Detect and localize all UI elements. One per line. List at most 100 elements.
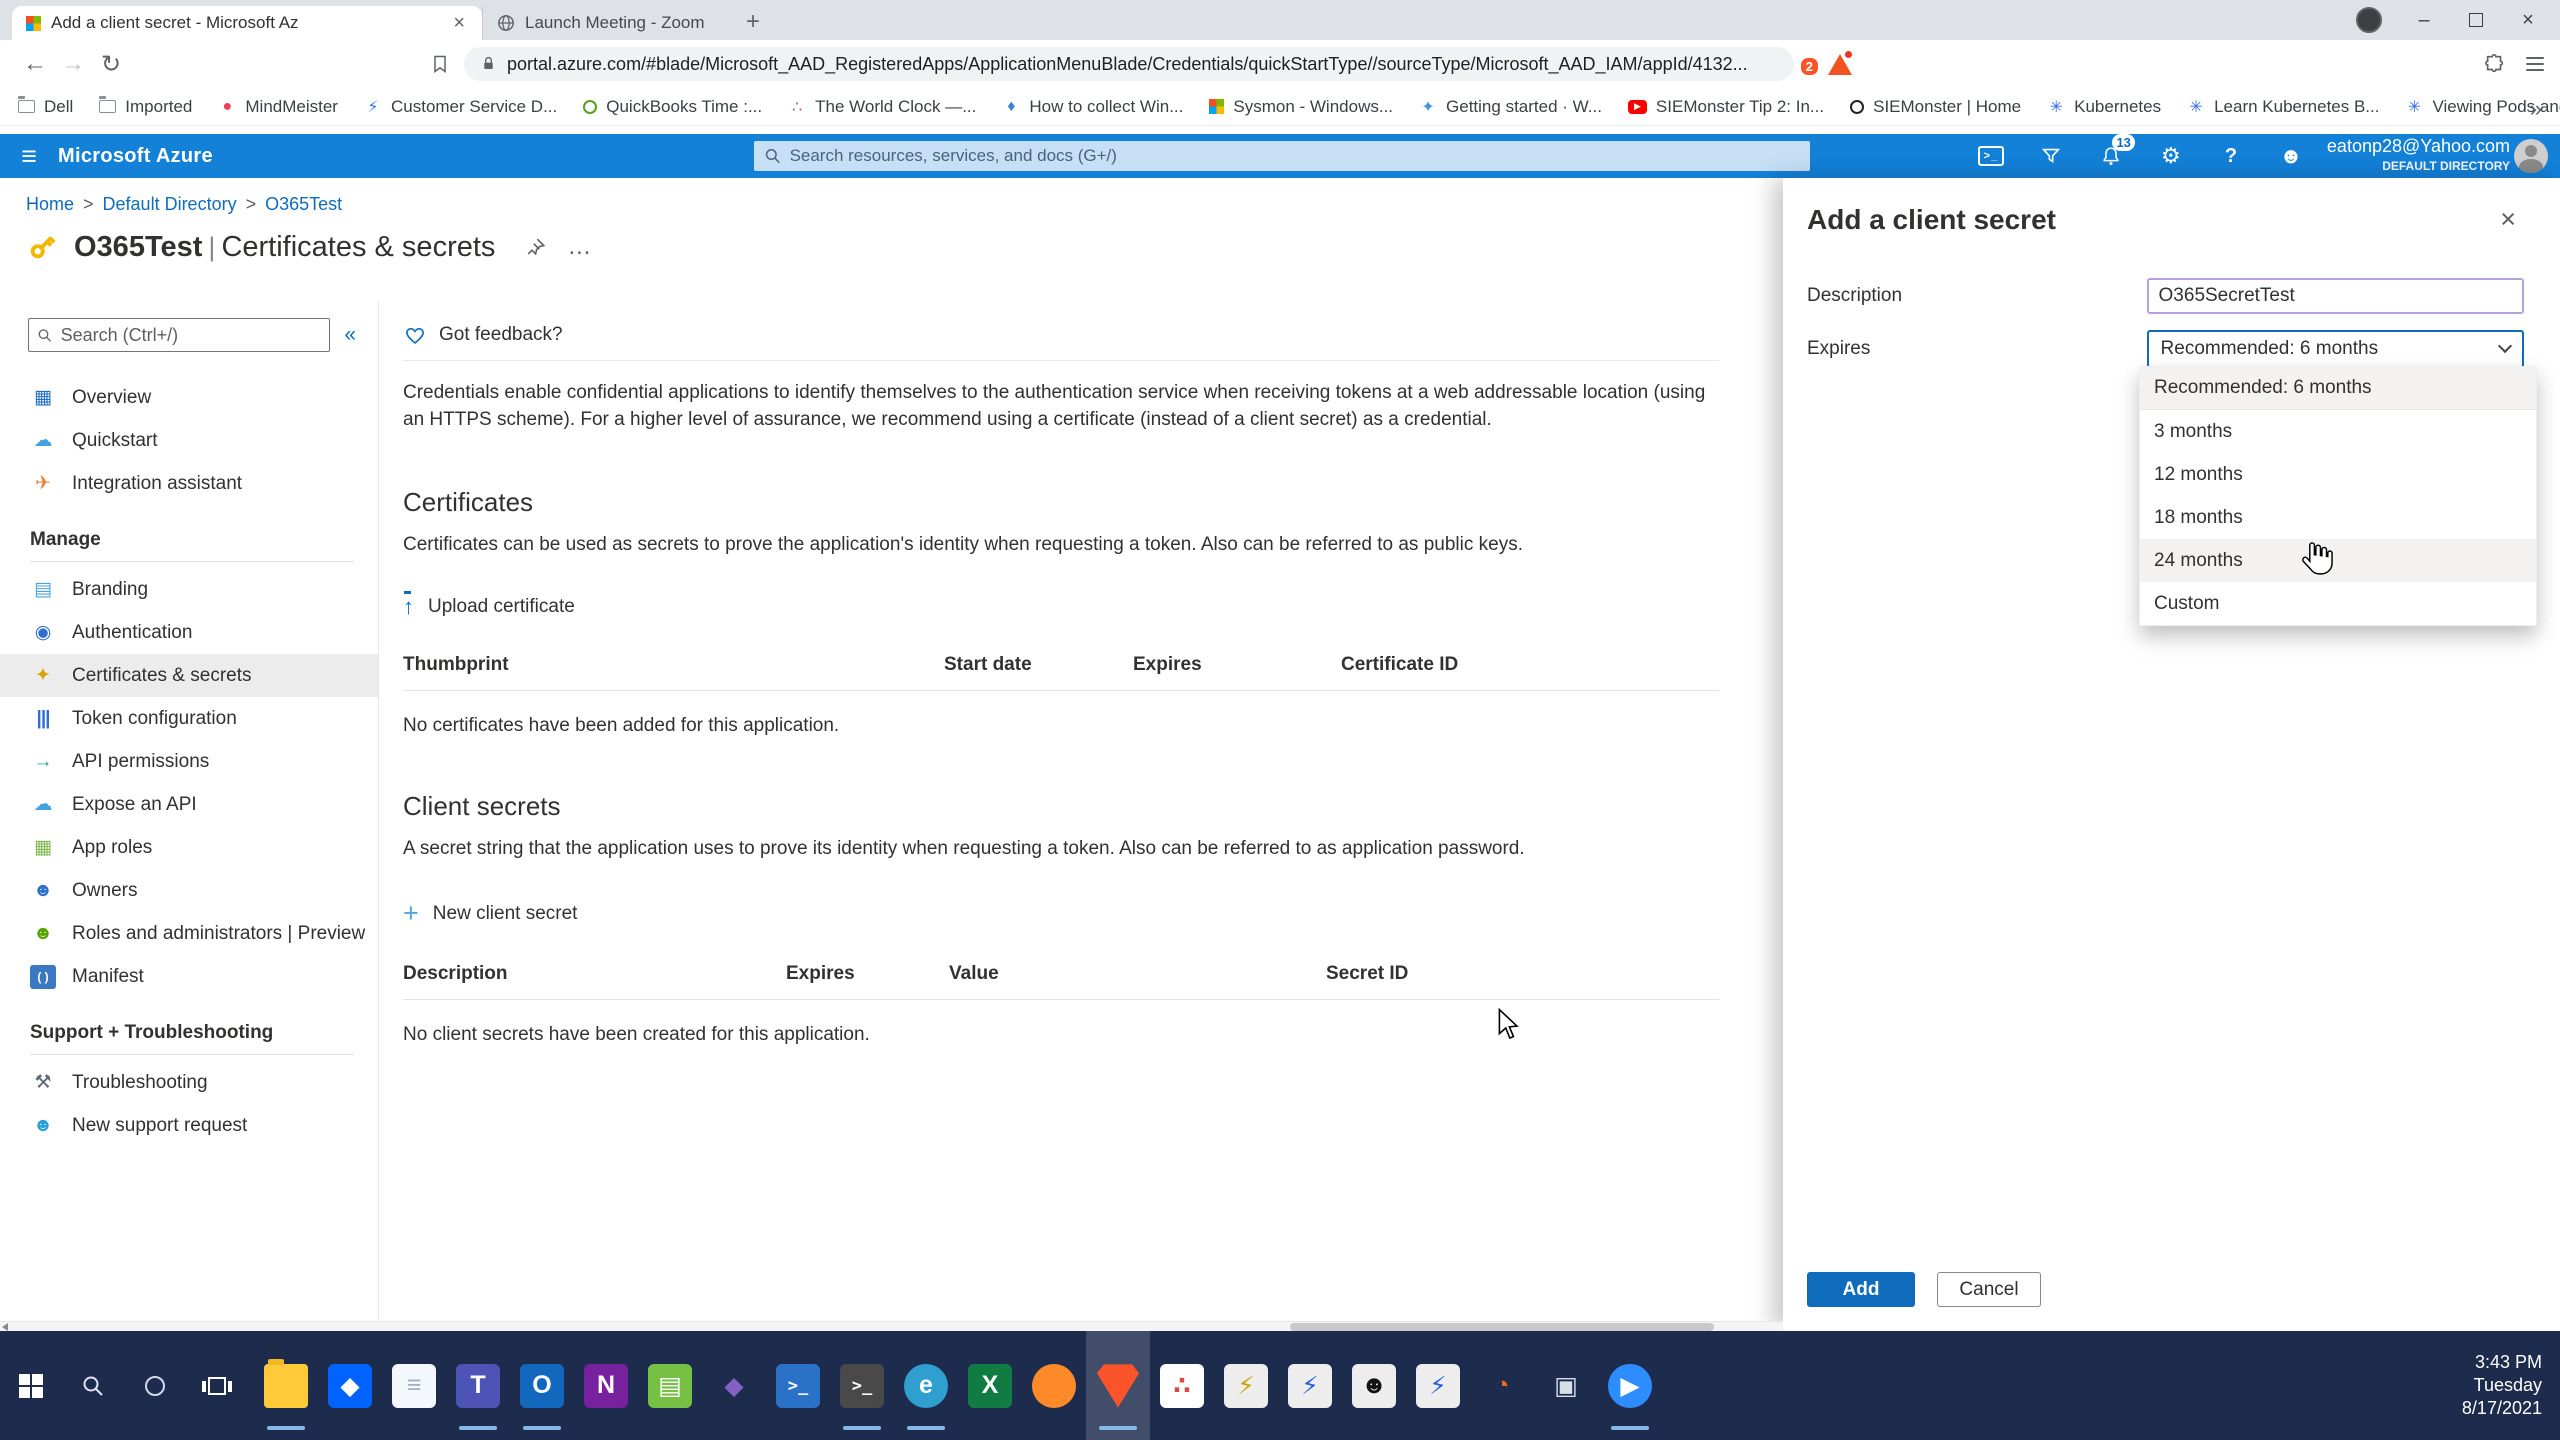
expires-option-18-months[interactable]: 18 months (2140, 496, 2536, 539)
got-feedback-link[interactable]: Got feedback? (403, 320, 1719, 350)
expires-option-custom[interactable]: Custom (2140, 582, 2536, 625)
bookmark-how-to-collect[interactable]: ♦ How to collect Win... (1002, 97, 1183, 117)
bookmark-dell[interactable]: Dell (18, 97, 73, 117)
azure-search-input[interactable] (790, 146, 1800, 166)
taskbar-psftp[interactable]: ⚡ (1278, 1331, 1342, 1440)
taskbar-powershell[interactable]: >_ (766, 1331, 830, 1440)
sidebar-item-certificates-secrets[interactable]: ✦ Certificates & secrets (0, 654, 378, 697)
breadcrumb-default-directory[interactable]: Default Directory (103, 194, 237, 215)
help-button[interactable]: ? (2217, 142, 2245, 170)
expires-option-12-months[interactable]: 12 months (2140, 453, 2536, 496)
tab-azure[interactable]: Add a client secret - Microsoft Az × (12, 6, 482, 40)
azure-brand[interactable]: Microsoft Azure (58, 145, 213, 168)
sidebar-item-branding[interactable]: ▤ Branding (0, 568, 378, 611)
bookmark-quickbooks-time[interactable]: QuickBooks Time :... (583, 97, 762, 117)
taskbar-visual-studio[interactable]: ◆ (702, 1331, 766, 1440)
taskbar-onenote[interactable]: N (574, 1331, 638, 1440)
scrollbar-left-arrow[interactable] (2, 1323, 8, 1331)
taskbar-zenmap[interactable]: ◔ (1470, 1331, 1534, 1440)
bookmarks-overflow-chevron[interactable]: » (2530, 96, 2542, 122)
taskbar-excel[interactable]: X (958, 1331, 1022, 1440)
taskbar-cmd[interactable]: >_ (830, 1331, 894, 1440)
address-bar[interactable]: portal.azure.com/#blade/Microsoft_AAD_Re… (464, 47, 1794, 81)
sidebar-item-troubleshooting[interactable]: ⚒ Troubleshooting (0, 1061, 378, 1104)
taskbar-putty[interactable]: ⚡ (1214, 1331, 1278, 1440)
taskbar-teams[interactable]: T (446, 1331, 510, 1440)
bookmark-imported[interactable]: Imported (99, 97, 192, 117)
taskbar-file-explorer[interactable] (254, 1331, 318, 1440)
reading-list-button[interactable] (430, 53, 450, 75)
account-info[interactable]: eatonp28@Yahoo.com DEFAULT DIRECTORY (2327, 136, 2510, 176)
sidebar-item-quickstart[interactable]: ☁ Quickstart (0, 419, 378, 462)
cancel-button[interactable]: Cancel (1937, 1272, 2041, 1307)
taskbar-firefox[interactable] (1022, 1331, 1086, 1440)
sidebar-item-expose-an-api[interactable]: ☁ Expose an API (0, 783, 378, 826)
portal-menu-icon[interactable]: ≡ (0, 141, 58, 172)
sidebar-item-manifest[interactable]: ( ) Manifest (0, 955, 378, 998)
bookmark-sysmon[interactable]: Sysmon - Windows... (1209, 97, 1393, 117)
sidebar-item-token-configuration[interactable]: ||| Token configuration (0, 697, 378, 740)
sidebar-item-roles-and-administrators[interactable]: ☻ Roles and administrators | Preview (0, 912, 378, 955)
notifications-button[interactable]: 13 (2097, 142, 2125, 170)
expires-option-recommended-6-months[interactable]: Recommended: 6 months (2140, 367, 2536, 410)
sidebar-item-owners[interactable]: ☻ Owners (0, 869, 378, 912)
taskbar-notepad[interactable]: ≡ (382, 1331, 446, 1440)
sidebar-search-input[interactable] (61, 325, 322, 346)
azure-search[interactable] (754, 141, 1810, 171)
taskbar-virtualbox[interactable]: ▣ (1534, 1331, 1598, 1440)
taskbar-brave[interactable] (1086, 1331, 1150, 1440)
bookmark-customer-service[interactable]: ⚡ Customer Service D... (364, 97, 557, 117)
window-close-button[interactable]: × (2504, 0, 2552, 40)
settings-button[interactable]: ⚙ (2157, 142, 2185, 170)
taskbar-clock[interactable]: 3:43 PM Tuesday 8/17/2021 (2462, 1351, 2560, 1420)
breadcrumb-home[interactable]: Home (26, 194, 74, 215)
sidebar-item-authentication[interactable]: ◉ Authentication (0, 611, 378, 654)
taskbar-whiteboard[interactable]: ∴ (1150, 1331, 1214, 1440)
taskbar-outlook[interactable]: O (510, 1331, 574, 1440)
taskbar-zoom[interactable]: ▶ (1598, 1331, 1662, 1440)
horizontal-scrollbar-thumb[interactable] (1290, 1323, 1714, 1331)
forward-button[interactable]: → (54, 50, 92, 78)
bookmark-kubernetes[interactable]: ✳ Kubernetes (2047, 97, 2161, 117)
pin-icon[interactable] (525, 236, 547, 258)
taskbar-log-tool[interactable]: ▤ (638, 1331, 702, 1440)
directory-filter-button[interactable] (2037, 142, 2065, 170)
new-tab-button[interactable]: + (746, 8, 760, 36)
sidebar-header-support[interactable]: Support + Troubleshooting (30, 1022, 354, 1055)
collapse-sidebar-icon[interactable]: « (344, 323, 356, 347)
expires-option-24-months[interactable]: 24 months (2140, 539, 2536, 582)
sidebar-item-overview[interactable]: ▦ Overview (0, 376, 378, 419)
bookmark-mindmeister[interactable]: ● MindMeister (218, 97, 338, 117)
profile-avatar-button[interactable] (2356, 7, 2382, 33)
description-input[interactable] (2147, 278, 2524, 314)
upload-certificate-button[interactable]: ↑ Upload certificate (403, 596, 575, 618)
bookmark-world-clock[interactable]: ∴ The World Clock —... (788, 97, 976, 117)
sidebar-item-app-roles[interactable]: ▦ App roles (0, 826, 378, 869)
bookmark-siemonster-home[interactable]: SIEMonster | Home (1850, 97, 2021, 117)
cloud-shell-button[interactable]: >_ (1977, 142, 2005, 170)
taskbar-dropbox[interactable]: ◆ (318, 1331, 382, 1440)
close-icon[interactable]: × (2492, 204, 2524, 235)
tab-close-icon[interactable]: × (450, 12, 468, 35)
reload-button[interactable]: ↻ (92, 50, 130, 79)
sidebar-item-api-permissions[interactable]: → API permissions (0, 740, 378, 783)
task-view-button[interactable] (186, 1331, 248, 1440)
taskbar-pscp[interactable]: ⚡ (1406, 1331, 1470, 1440)
breadcrumb-o365test[interactable]: O365Test (265, 194, 342, 215)
sidebar-searchbox[interactable] (28, 318, 330, 352)
more-options-icon[interactable]: … (567, 233, 593, 261)
window-maximize-button[interactable] (2452, 0, 2500, 40)
brave-rewards-button[interactable] (1828, 54, 1852, 75)
bookmark-learn-kubernetes[interactable]: ✳ Learn Kubernetes B... (2187, 97, 2379, 117)
add-button[interactable]: Add (1807, 1272, 1915, 1307)
cortana-button[interactable] (124, 1331, 186, 1440)
back-button[interactable]: ← (16, 50, 54, 78)
window-minimize-button[interactable]: – (2400, 0, 2448, 40)
taskbar-hacker-tool[interactable]: ☻ (1342, 1331, 1406, 1440)
expires-option-3-months[interactable]: 3 months (2140, 410, 2536, 453)
feedback-button[interactable]: ☻ (2277, 142, 2305, 170)
bookmark-siemonster-tip[interactable]: ▶ SIEMonster Tip 2: In... (1628, 97, 1824, 117)
sidebar-item-integration-assistant[interactable]: ✈ Integration assistant (0, 462, 378, 505)
taskbar-edge[interactable]: e (894, 1331, 958, 1440)
account-avatar[interactable] (2514, 139, 2548, 173)
